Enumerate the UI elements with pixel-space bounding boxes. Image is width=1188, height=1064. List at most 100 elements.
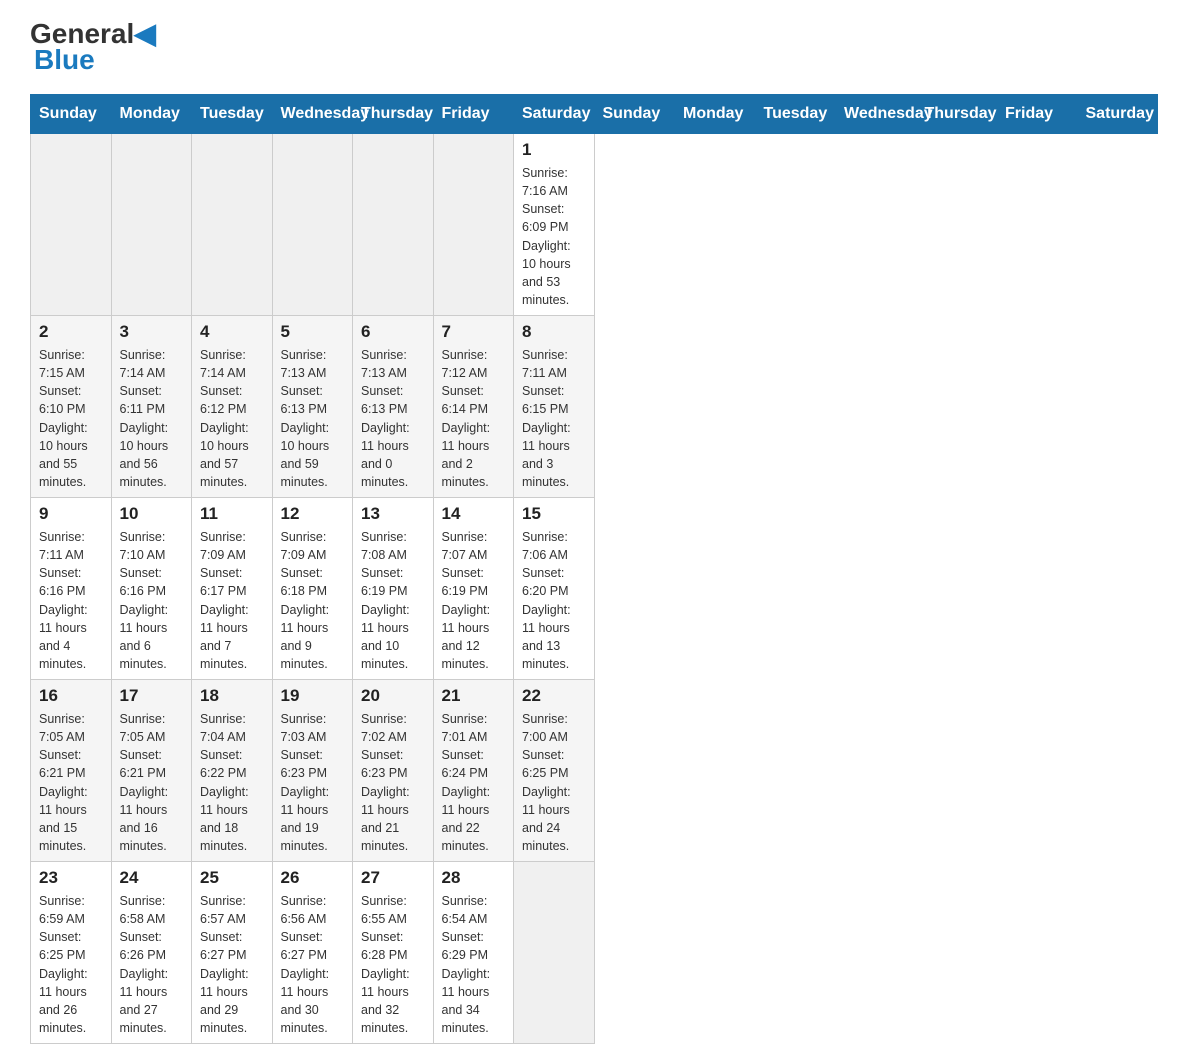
calendar-cell: 25 Sunrise: 6:57 AM Sunset: 6:27 PM Dayli… [192,862,273,1044]
calendar-cell: 20 Sunrise: 7:02 AM Sunset: 6:23 PM Dayli… [353,680,434,862]
calendar-cell: 19 Sunrise: 7:03 AM Sunset: 6:23 PM Dayli… [272,680,353,862]
day-number: 13 [361,504,425,524]
day-info: Sunrise: 7:13 AM Sunset: 6:13 PM Dayligh… [361,346,425,491]
day-info: Sunrise: 7:14 AM Sunset: 6:12 PM Dayligh… [200,346,264,491]
calendar-cell [192,134,273,316]
day-number: 15 [522,504,586,524]
day-info: Sunrise: 6:54 AM Sunset: 6:29 PM Dayligh… [442,892,506,1037]
day-info: Sunrise: 7:07 AM Sunset: 6:19 PM Dayligh… [442,528,506,673]
calendar-cell [31,134,112,316]
calendar-cell: 22 Sunrise: 7:00 AM Sunset: 6:25 PM Dayli… [514,680,595,862]
calendar-week-3: 9Sunrise: 7:11 AM Sunset: 6:16 PM Daylig… [31,498,1158,680]
day-info: Sunrise: 7:14 AM Sunset: 6:11 PM Dayligh… [120,346,184,491]
day-number: 10 [120,504,184,524]
day-header-wednesday: Wednesday [272,95,353,134]
calendar-cell: 24 Sunrise: 6:58 AM Sunset: 6:26 PM Dayli… [111,862,192,1044]
day-header-tuesday: Tuesday [755,95,836,134]
day-number: 12 [281,504,345,524]
day-info: Sunrise: 7:13 AM Sunset: 6:13 PM Dayligh… [281,346,345,491]
logo: General◀ Blue [30,20,156,74]
calendar-cell: 21 Sunrise: 7:01 AM Sunset: 6:24 PM Dayli… [433,680,514,862]
day-number: 27 [361,868,425,888]
day-header-thursday: Thursday [353,95,434,134]
calendar-cell: 2 Sunrise: 7:15 AM Sunset: 6:10 PM Daylig… [31,316,112,498]
calendar-week-5: 23 Sunrise: 6:59 AM Sunset: 6:25 PM Dayli… [31,862,1158,1044]
day-info: Sunrise: 7:01 AM Sunset: 6:24 PM Dayligh… [442,710,506,855]
calendar-cell: 10 Sunrise: 7:10 AM Sunset: 6:16 PM Dayli… [111,498,192,680]
day-number: 11 [200,504,264,524]
day-number: 21 [442,686,506,706]
day-header-friday: Friday [433,95,514,134]
day-number: 26 [281,868,345,888]
calendar-cell: 17Sunrise: 7:05 AM Sunset: 6:21 PM Dayli… [111,680,192,862]
day-info: Sunrise: 7:16 AM Sunset: 6:09 PM Dayligh… [522,164,586,309]
calendar-cell: 8Sunrise: 7:11 AM Sunset: 6:15 PM Daylig… [514,316,595,498]
calendar-cell: 15 Sunrise: 7:06 AM Sunset: 6:20 PM Dayli… [514,498,595,680]
day-number: 24 [120,868,184,888]
day-info: Sunrise: 6:55 AM Sunset: 6:28 PM Dayligh… [361,892,425,1037]
calendar-cell [111,134,192,316]
calendar-cell [514,862,595,1044]
day-header-wednesday: Wednesday [836,95,917,134]
day-info: Sunrise: 6:56 AM Sunset: 6:27 PM Dayligh… [281,892,345,1037]
calendar-table: SundayMondayTuesdayWednesdayThursdayFrid… [30,94,1158,1044]
day-number: 19 [281,686,345,706]
day-info: Sunrise: 6:57 AM Sunset: 6:27 PM Dayligh… [200,892,264,1037]
day-header-saturday: Saturday [514,95,595,134]
day-number: 1 [522,140,586,160]
calendar-cell: 16Sunrise: 7:05 AM Sunset: 6:21 PM Dayli… [31,680,112,862]
logo-blue-text: Blue [30,46,95,74]
day-number: 17 [120,686,184,706]
day-info: Sunrise: 7:00 AM Sunset: 6:25 PM Dayligh… [522,710,586,855]
calendar-cell: 14Sunrise: 7:07 AM Sunset: 6:19 PM Dayli… [433,498,514,680]
day-number: 5 [281,322,345,342]
day-header-sunday: Sunday [594,95,675,134]
calendar-cell: 6 Sunrise: 7:13 AM Sunset: 6:13 PM Daylig… [353,316,434,498]
day-info: Sunrise: 7:09 AM Sunset: 6:18 PM Dayligh… [281,528,345,673]
day-number: 2 [39,322,103,342]
logo-arrow-shape: ◀ [134,18,156,49]
calendar-cell: 4 Sunrise: 7:14 AM Sunset: 6:12 PM Daylig… [192,316,273,498]
calendar-week-1: 1 Sunrise: 7:16 AM Sunset: 6:09 PM Daylig… [31,134,1158,316]
calendar-cell: 1 Sunrise: 7:16 AM Sunset: 6:09 PM Daylig… [514,134,595,316]
day-info: Sunrise: 7:12 AM Sunset: 6:14 PM Dayligh… [442,346,506,491]
calendar-cell: 7 Sunrise: 7:12 AM Sunset: 6:14 PM Daylig… [433,316,514,498]
day-info: Sunrise: 6:59 AM Sunset: 6:25 PM Dayligh… [39,892,103,1037]
day-number: 18 [200,686,264,706]
day-info: Sunrise: 7:10 AM Sunset: 6:16 PM Dayligh… [120,528,184,673]
calendar-cell: 18Sunrise: 7:04 AM Sunset: 6:22 PM Dayli… [192,680,273,862]
day-info: Sunrise: 7:03 AM Sunset: 6:23 PM Dayligh… [281,710,345,855]
day-info: Sunrise: 6:58 AM Sunset: 6:26 PM Dayligh… [120,892,184,1037]
calendar-cell: 13Sunrise: 7:08 AM Sunset: 6:19 PM Dayli… [353,498,434,680]
day-info: Sunrise: 7:15 AM Sunset: 6:10 PM Dayligh… [39,346,103,491]
calendar-week-4: 16Sunrise: 7:05 AM Sunset: 6:21 PM Dayli… [31,680,1158,862]
day-number: 22 [522,686,586,706]
day-number: 3 [120,322,184,342]
calendar-cell: 26 Sunrise: 6:56 AM Sunset: 6:27 PM Dayli… [272,862,353,1044]
day-info: Sunrise: 7:09 AM Sunset: 6:17 PM Dayligh… [200,528,264,673]
calendar-cell: 5 Sunrise: 7:13 AM Sunset: 6:13 PM Daylig… [272,316,353,498]
day-number: 20 [361,686,425,706]
calendar-cell [433,134,514,316]
day-number: 6 [361,322,425,342]
day-number: 23 [39,868,103,888]
day-header-tuesday: Tuesday [192,95,273,134]
day-header-thursday: Thursday [916,95,997,134]
day-number: 4 [200,322,264,342]
day-number: 9 [39,504,103,524]
day-info: Sunrise: 7:06 AM Sunset: 6:20 PM Dayligh… [522,528,586,673]
day-number: 8 [522,322,586,342]
calendar-cell [272,134,353,316]
calendar-cell [353,134,434,316]
day-number: 7 [442,322,506,342]
day-header-sunday: Sunday [31,95,112,134]
calendar-cell: 11 Sunrise: 7:09 AM Sunset: 6:17 PM Dayli… [192,498,273,680]
day-header-monday: Monday [675,95,756,134]
day-number: 25 [200,868,264,888]
calendar-cell: 27 Sunrise: 6:55 AM Sunset: 6:28 PM Dayli… [353,862,434,1044]
day-number: 28 [442,868,506,888]
calendar-cell: 12 Sunrise: 7:09 AM Sunset: 6:18 PM Dayli… [272,498,353,680]
day-header-monday: Monday [111,95,192,134]
calendar-cell: 28 Sunrise: 6:54 AM Sunset: 6:29 PM Dayli… [433,862,514,1044]
day-info: Sunrise: 7:02 AM Sunset: 6:23 PM Dayligh… [361,710,425,855]
